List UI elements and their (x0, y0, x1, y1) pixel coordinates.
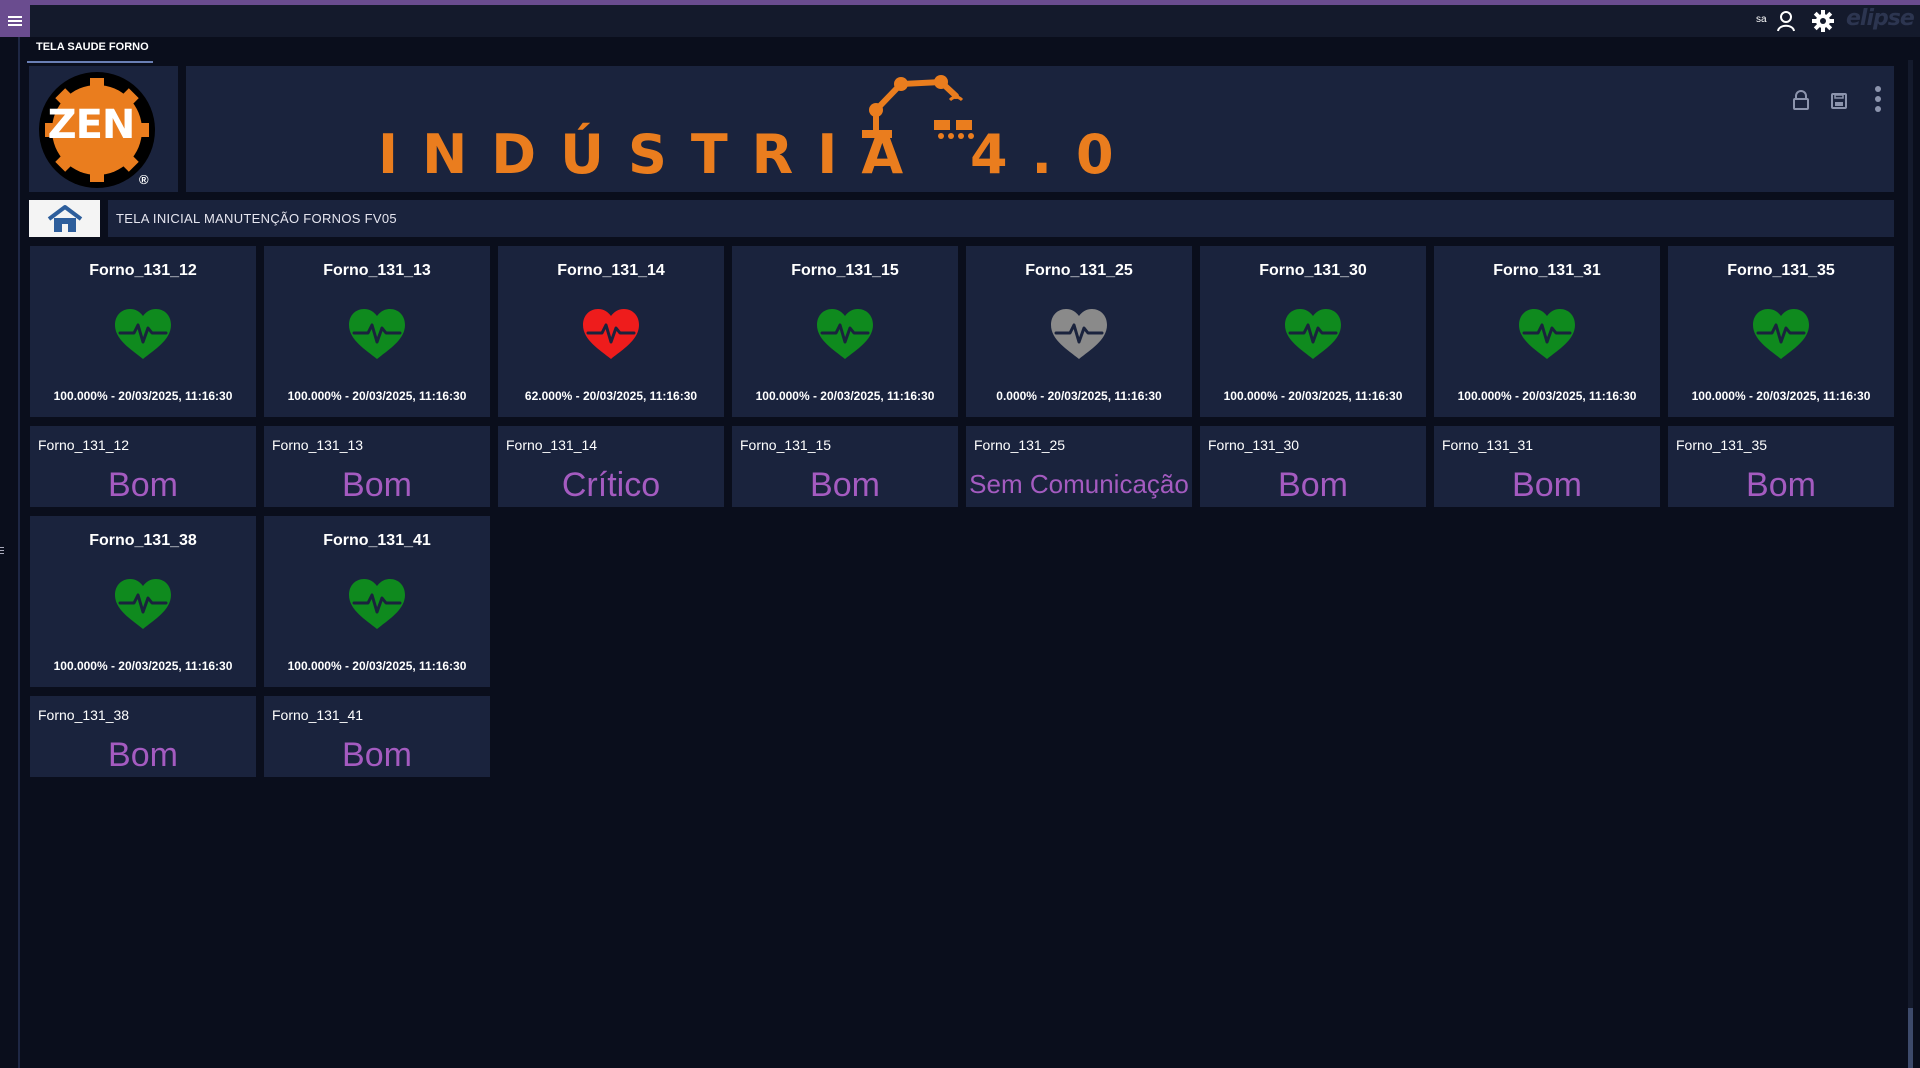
oven-status-value: Crítico (561, 466, 661, 504)
oven-title: Forno_131_35 (1727, 262, 1835, 279)
oven-health-info: 100.000% - 20/03/2025, 11:16:30 (1223, 389, 1403, 403)
oven-status-value: Bom (1746, 466, 1816, 504)
heart-pulse-icon (583, 309, 639, 359)
oven-status-panel[interactable]: Forno_131_31 Bom (1434, 426, 1660, 507)
oven-health-info: 100.000% - 20/03/2025, 11:16:30 (1457, 389, 1637, 403)
industria-banner: INDÚSTRIA 4.0 (186, 66, 1894, 192)
oven-status-value: Bom (342, 736, 412, 774)
oven-health-info: 100.000% - 20/03/2025, 11:16:30 (287, 659, 467, 673)
vertical-scrollbar[interactable] (1908, 60, 1913, 1060)
current-user-name: sa (1756, 14, 1767, 25)
breadcrumb-text: TELA INICIAL MANUTENÇÃO FORNOS FV05 (116, 211, 397, 226)
oven-status-name: Forno_131_14 (506, 437, 598, 453)
oven-status-panel[interactable]: Forno_131_41 Bom (264, 696, 490, 777)
oven-health-info: 100.000% - 20/03/2025, 11:16:30 (1691, 389, 1871, 403)
oven-health-card[interactable]: Forno_131_41 100.000% - 20/03/2025, 11:16… (264, 516, 490, 687)
banner-title: INDÚSTRIA 4.0 (378, 123, 1138, 186)
zen-logo-panel: ZEN ® (29, 66, 178, 192)
oven-health-info: 100.000% - 20/03/2025, 11:16:30 (755, 389, 935, 403)
oven-status-panel[interactable]: Forno_131_38 Bom (30, 696, 256, 777)
oven-status-value: Bom (1512, 466, 1582, 504)
oven-status-name: Forno_131_35 (1676, 437, 1768, 453)
oven-status-panel[interactable]: Forno_131_12 Bom (30, 426, 256, 507)
oven-title: Forno_131_12 (89, 262, 197, 279)
heart-pulse-icon (817, 309, 873, 359)
oven-title: Forno_131_30 (1259, 262, 1367, 279)
hamburger-menu-button[interactable] (0, 5, 30, 37)
home-icon (47, 204, 82, 232)
oven-health-info: 62.000% - 20/03/2025, 11:16:30 (524, 389, 698, 403)
more-options-icon[interactable] (1874, 86, 1882, 112)
oven-status-name: Forno_131_13 (272, 437, 364, 453)
oven-status-value: Bom (810, 466, 880, 504)
left-rail (18, 37, 20, 1068)
oven-health-card[interactable]: Forno_131_30 100.000% - 20/03/2025, 11:16… (1200, 246, 1426, 417)
heart-pulse-icon (349, 579, 405, 629)
hamburger-icon (8, 16, 22, 26)
oven-status-name: Forno_131_30 (1208, 437, 1300, 453)
breadcrumb: TELA INICIAL MANUTENÇÃO FORNOS FV05 (29, 200, 1894, 237)
oven-health-card[interactable]: Forno_131_38 100.000% - 20/03/2025, 11:16… (30, 516, 256, 687)
heart-pulse-icon (115, 309, 171, 359)
oven-health-card[interactable]: Forno_131_35 100.000% - 20/03/2025, 11:16… (1668, 246, 1894, 417)
oven-title: Forno_131_15 (791, 262, 899, 279)
oven-health-card[interactable]: Forno_131_12 100.000% - 20/03/2025, 11:16… (30, 246, 256, 417)
registered-mark: ® (139, 172, 149, 187)
oven-status-value: Bom (1278, 466, 1348, 504)
tab-label: TELA SAUDE FORNO (36, 41, 149, 53)
collapsed-panel-handle-icon[interactable] (0, 546, 4, 556)
oven-title: Forno_131_25 (1025, 262, 1133, 279)
oven-title: Forno_131_31 (1493, 262, 1601, 279)
oven-status-value: Sem Comunicação (969, 469, 1189, 499)
oven-title: Forno_131_41 (323, 532, 431, 549)
heart-pulse-icon (1519, 309, 1575, 359)
zen-logo-text: ZEN (47, 102, 136, 148)
oven-status-name: Forno_131_31 (1442, 437, 1534, 453)
oven-health-info: 100.000% - 20/03/2025, 11:16:30 (53, 659, 233, 673)
oven-health-card[interactable]: Forno_131_15 100.000% - 20/03/2025, 11:16… (732, 246, 958, 417)
oven-health-card[interactable]: Forno_131_31 100.000% - 20/03/2025, 11:16… (1434, 246, 1660, 417)
oven-status-name: Forno_131_12 (38, 437, 130, 453)
save-icon[interactable] (1831, 93, 1847, 109)
home-button[interactable] (29, 200, 100, 237)
heart-pulse-icon (1753, 309, 1809, 359)
heart-pulse-icon (1051, 309, 1107, 359)
oven-status-value: Bom (108, 466, 178, 504)
lock-icon[interactable] (1792, 90, 1810, 110)
oven-status-panel[interactable]: Forno_131_14 Crítico (498, 426, 724, 507)
oven-title: Forno_131_38 (89, 532, 197, 549)
gear-icon[interactable] (1812, 10, 1834, 32)
oven-status-panel[interactable]: Forno_131_15 Bom (732, 426, 958, 507)
user-icon[interactable] (1776, 10, 1796, 32)
oven-status-value: Bom (342, 466, 412, 504)
oven-health-info: 0.000% - 20/03/2025, 11:16:30 (996, 389, 1162, 403)
oven-health-info: 100.000% - 20/03/2025, 11:16:30 (287, 389, 467, 403)
oven-status-panel[interactable]: Forno_131_13 Bom (264, 426, 490, 507)
elipse-logo: elipse (1846, 6, 1915, 31)
oven-health-card[interactable]: Forno_131_25 0.000% - 20/03/2025, 11:16:3… (966, 246, 1192, 417)
heart-pulse-icon (1285, 309, 1341, 359)
scrollbar-thumb[interactable] (1908, 1008, 1913, 1068)
top-bar (0, 5, 1920, 37)
oven-status-name: Forno_131_38 (38, 707, 130, 723)
oven-status-panel[interactable]: Forno_131_25 Sem Comunicação (966, 426, 1192, 507)
oven-health-info: 100.000% - 20/03/2025, 11:16:30 (53, 389, 233, 403)
oven-status-panel[interactable]: Forno_131_30 Bom (1200, 426, 1426, 507)
oven-title: Forno_131_14 (557, 262, 665, 279)
oven-status-name: Forno_131_25 (974, 437, 1066, 453)
oven-health-card[interactable]: Forno_131_13 100.000% - 20/03/2025, 11:16… (264, 246, 490, 417)
oven-status-panel[interactable]: Forno_131_35 Bom (1668, 426, 1894, 507)
oven-status-name: Forno_131_41 (272, 707, 364, 723)
breadcrumb-bar[interactable]: TELA INICIAL MANUTENÇÃO FORNOS FV05 (108, 200, 1894, 237)
heart-pulse-icon (349, 309, 405, 359)
heart-pulse-icon (115, 579, 171, 629)
tab-tela-saude-forno[interactable]: TELA SAUDE FORNO (27, 37, 153, 63)
oven-status-value: Bom (108, 736, 178, 774)
oven-status-name: Forno_131_15 (740, 437, 832, 453)
oven-health-card[interactable]: Forno_131_14 62.000% - 20/03/2025, 11:16:… (498, 246, 724, 417)
oven-title: Forno_131_13 (323, 262, 431, 279)
